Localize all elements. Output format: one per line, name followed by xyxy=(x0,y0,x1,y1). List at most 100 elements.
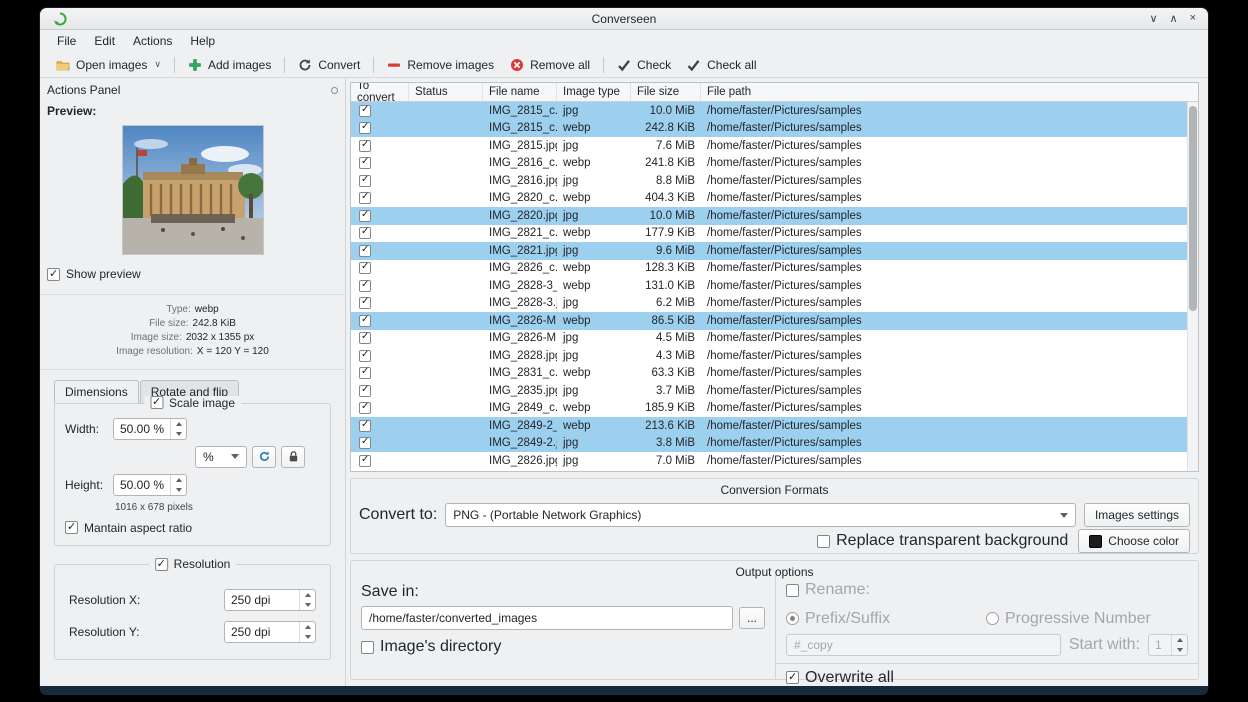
to-convert-checkbox[interactable] xyxy=(359,455,371,467)
table-row[interactable]: IMG_2821_c...webp177.9 KiB/home/faster/P… xyxy=(351,225,1187,243)
table-row[interactable]: IMG_2828.jpgjpg4.3 MiB/home/faster/Pictu… xyxy=(351,347,1187,365)
table-row[interactable]: IMG_2820_c...webp404.3 KiB/home/faster/P… xyxy=(351,190,1187,208)
to-convert-checkbox[interactable] xyxy=(359,157,371,169)
refresh-button[interactable] xyxy=(252,446,276,468)
check-button[interactable]: Check xyxy=(609,55,679,75)
to-convert-checkbox[interactable] xyxy=(359,367,371,379)
minimize-button[interactable]: ∨ xyxy=(1149,12,1157,25)
maximize-button[interactable]: ∧ xyxy=(1170,12,1178,25)
maintain-aspect-checkbox[interactable]: Mantain aspect ratio xyxy=(65,521,192,535)
menu-actions[interactable]: Actions xyxy=(124,32,181,50)
to-convert-checkbox[interactable] xyxy=(359,122,371,134)
menu-file[interactable]: File xyxy=(48,32,85,50)
spinner-arrows[interactable] xyxy=(299,590,315,610)
to-convert-checkbox[interactable] xyxy=(359,245,371,257)
choose-color-button[interactable]: Choose color xyxy=(1078,529,1190,553)
unit-select[interactable]: % xyxy=(195,446,247,468)
to-convert-checkbox[interactable] xyxy=(359,192,371,204)
table-row[interactable]: IMG_2820.jpgjpg10.0 MiB/home/faster/Pict… xyxy=(351,207,1187,225)
replace-transparent-checkbox[interactable]: Replace transparent background xyxy=(817,532,1068,550)
to-convert-checkbox[interactable] xyxy=(359,297,371,309)
to-convert-checkbox[interactable] xyxy=(359,227,371,239)
overwrite-all-checkbox[interactable]: Overwrite all xyxy=(786,669,894,687)
scale-image-checkbox[interactable]: Scale image xyxy=(144,396,241,410)
table-row[interactable]: IMG_2828-3_...webp131.0 KiB/home/faster/… xyxy=(351,277,1187,295)
table-row[interactable]: IMG_2835.jpgjpg3.7 MiB/home/faster/Pictu… xyxy=(351,382,1187,400)
spinner-arrows[interactable] xyxy=(1171,635,1187,655)
chevron-down-icon[interactable]: ∨ xyxy=(154,59,161,70)
table-row[interactable]: IMG_2828-3.j...jpg6.2 MiB/home/faster/Pi… xyxy=(351,295,1187,313)
to-convert-checkbox[interactable] xyxy=(359,420,371,432)
column-to-convert[interactable]: To convert xyxy=(351,83,409,101)
add-images-button[interactable]: Add images xyxy=(180,55,279,75)
to-convert-checkbox[interactable] xyxy=(359,437,371,449)
to-convert-checkbox[interactable] xyxy=(359,385,371,397)
show-preview-checkbox[interactable]: Show preview xyxy=(47,267,141,281)
to-convert-checkbox[interactable] xyxy=(359,350,371,362)
lock-aspect-button[interactable] xyxy=(281,446,305,468)
table-row[interactable]: IMG_2826-M...webp86.5 KiB/home/faster/Pi… xyxy=(351,312,1187,330)
checkbox-box xyxy=(65,521,78,534)
remove-images-button[interactable]: Remove images xyxy=(379,55,502,75)
conversion-formats-group: Conversion Formats Convert to: PNG - (Po… xyxy=(350,478,1199,554)
browse-button[interactable]: ... xyxy=(739,607,765,629)
dock-float-icon[interactable] xyxy=(331,87,338,94)
resolution-y-spinner[interactable]: 250 dpi xyxy=(224,621,316,643)
table-row[interactable]: IMG_2821.jpgjpg9.6 MiB/home/faster/Pictu… xyxy=(351,242,1187,260)
resolution-checkbox[interactable]: Resolution xyxy=(149,557,237,571)
prefix-suffix-radio[interactable]: Prefix/Suffix xyxy=(786,610,986,628)
column-status[interactable]: Status xyxy=(409,83,483,101)
remove-all-button[interactable]: Remove all xyxy=(502,55,598,75)
images-directory-checkbox[interactable]: Image's directory xyxy=(361,638,501,656)
column-image-type[interactable]: Image type xyxy=(557,83,631,101)
table-row[interactable]: IMG_2849_c...webp185.9 KiB/home/faster/P… xyxy=(351,400,1187,418)
file-name-cell: IMG_2831_c... xyxy=(483,367,557,379)
to-convert-checkbox[interactable] xyxy=(359,175,371,187)
to-convert-checkbox[interactable] xyxy=(359,140,371,152)
column-file-path[interactable]: File path xyxy=(701,83,1198,101)
to-convert-checkbox[interactable] xyxy=(359,280,371,292)
menu-help[interactable]: Help xyxy=(181,32,224,50)
column-file-name[interactable]: File name xyxy=(483,83,557,101)
to-convert-checkbox[interactable] xyxy=(359,262,371,274)
menu-edit[interactable]: Edit xyxy=(85,32,124,50)
spinner-arrows[interactable] xyxy=(299,622,315,642)
scrollbar-thumb[interactable] xyxy=(1189,106,1197,311)
table-row[interactable]: IMG_2815_c...webp242.8 KiB/home/faster/P… xyxy=(351,120,1187,138)
table-row[interactable]: IMG_2816.jpgjpg8.8 MiB/home/faster/Pictu… xyxy=(351,172,1187,190)
table-row[interactable]: IMG_2815.jpgjpg7.6 MiB/home/faster/Pictu… xyxy=(351,137,1187,155)
table-row[interactable]: IMG_2815_c...jpg10.0 MiB/home/faster/Pic… xyxy=(351,102,1187,120)
spinner-arrows[interactable] xyxy=(170,475,186,495)
convert-button[interactable]: Convert xyxy=(290,55,368,75)
start-with-spinner[interactable]: 1 xyxy=(1148,634,1188,656)
resolution-x-spinner[interactable]: 250 dpi xyxy=(224,589,316,611)
tab-dimensions[interactable]: Dimensions xyxy=(54,380,139,403)
save-in-input[interactable]: /home/faster/converted_images xyxy=(361,606,733,630)
to-convert-checkbox[interactable] xyxy=(359,105,371,117)
rename-pattern-input[interactable]: #_copy xyxy=(786,634,1061,656)
table-row[interactable]: IMG_2826-M...jpg4.5 MiB/home/faster/Pict… xyxy=(351,330,1187,348)
titlebar[interactable]: Converseen ∨ ∧ × xyxy=(40,8,1208,30)
table-row[interactable]: IMG_2831_c...webp63.3 KiB/home/faster/Pi… xyxy=(351,365,1187,383)
table-row[interactable]: IMG_2849-2_...webp213.6 KiB/home/faster/… xyxy=(351,417,1187,435)
table-scrollbar[interactable] xyxy=(1187,102,1198,471)
width-spinner[interactable]: 50.00 % xyxy=(113,418,187,440)
check-all-button[interactable]: Check all xyxy=(679,55,764,75)
open-images-button[interactable]: Open images ∨ xyxy=(48,55,169,75)
close-button[interactable]: × xyxy=(1190,12,1196,25)
to-convert-checkbox[interactable] xyxy=(359,332,371,344)
spinner-arrows[interactable] xyxy=(170,419,186,439)
rename-checkbox[interactable]: Rename: xyxy=(786,581,870,599)
table-row[interactable]: IMG_2816_c...webp241.8 KiB/home/faster/P… xyxy=(351,155,1187,173)
height-spinner[interactable]: 50.00 % xyxy=(113,474,187,496)
table-row[interactable]: IMG_2826_c...webp128.3 KiB/home/faster/P… xyxy=(351,260,1187,278)
convert-to-select[interactable]: PNG - (Portable Network Graphics) xyxy=(445,503,1076,527)
progressive-number-radio[interactable]: Progressive Number xyxy=(986,610,1151,628)
table-row[interactable]: IMG_2849-2.j...jpg3.8 MiB/home/faster/Pi… xyxy=(351,435,1187,453)
to-convert-checkbox[interactable] xyxy=(359,315,371,327)
column-file-size[interactable]: File size xyxy=(631,83,701,101)
images-settings-button[interactable]: Images settings xyxy=(1084,503,1190,527)
to-convert-checkbox[interactable] xyxy=(359,210,371,222)
table-row[interactable]: IMG_2826.jpgjpg7.0 MiB/home/faster/Pictu… xyxy=(351,452,1187,470)
to-convert-checkbox[interactable] xyxy=(359,402,371,414)
